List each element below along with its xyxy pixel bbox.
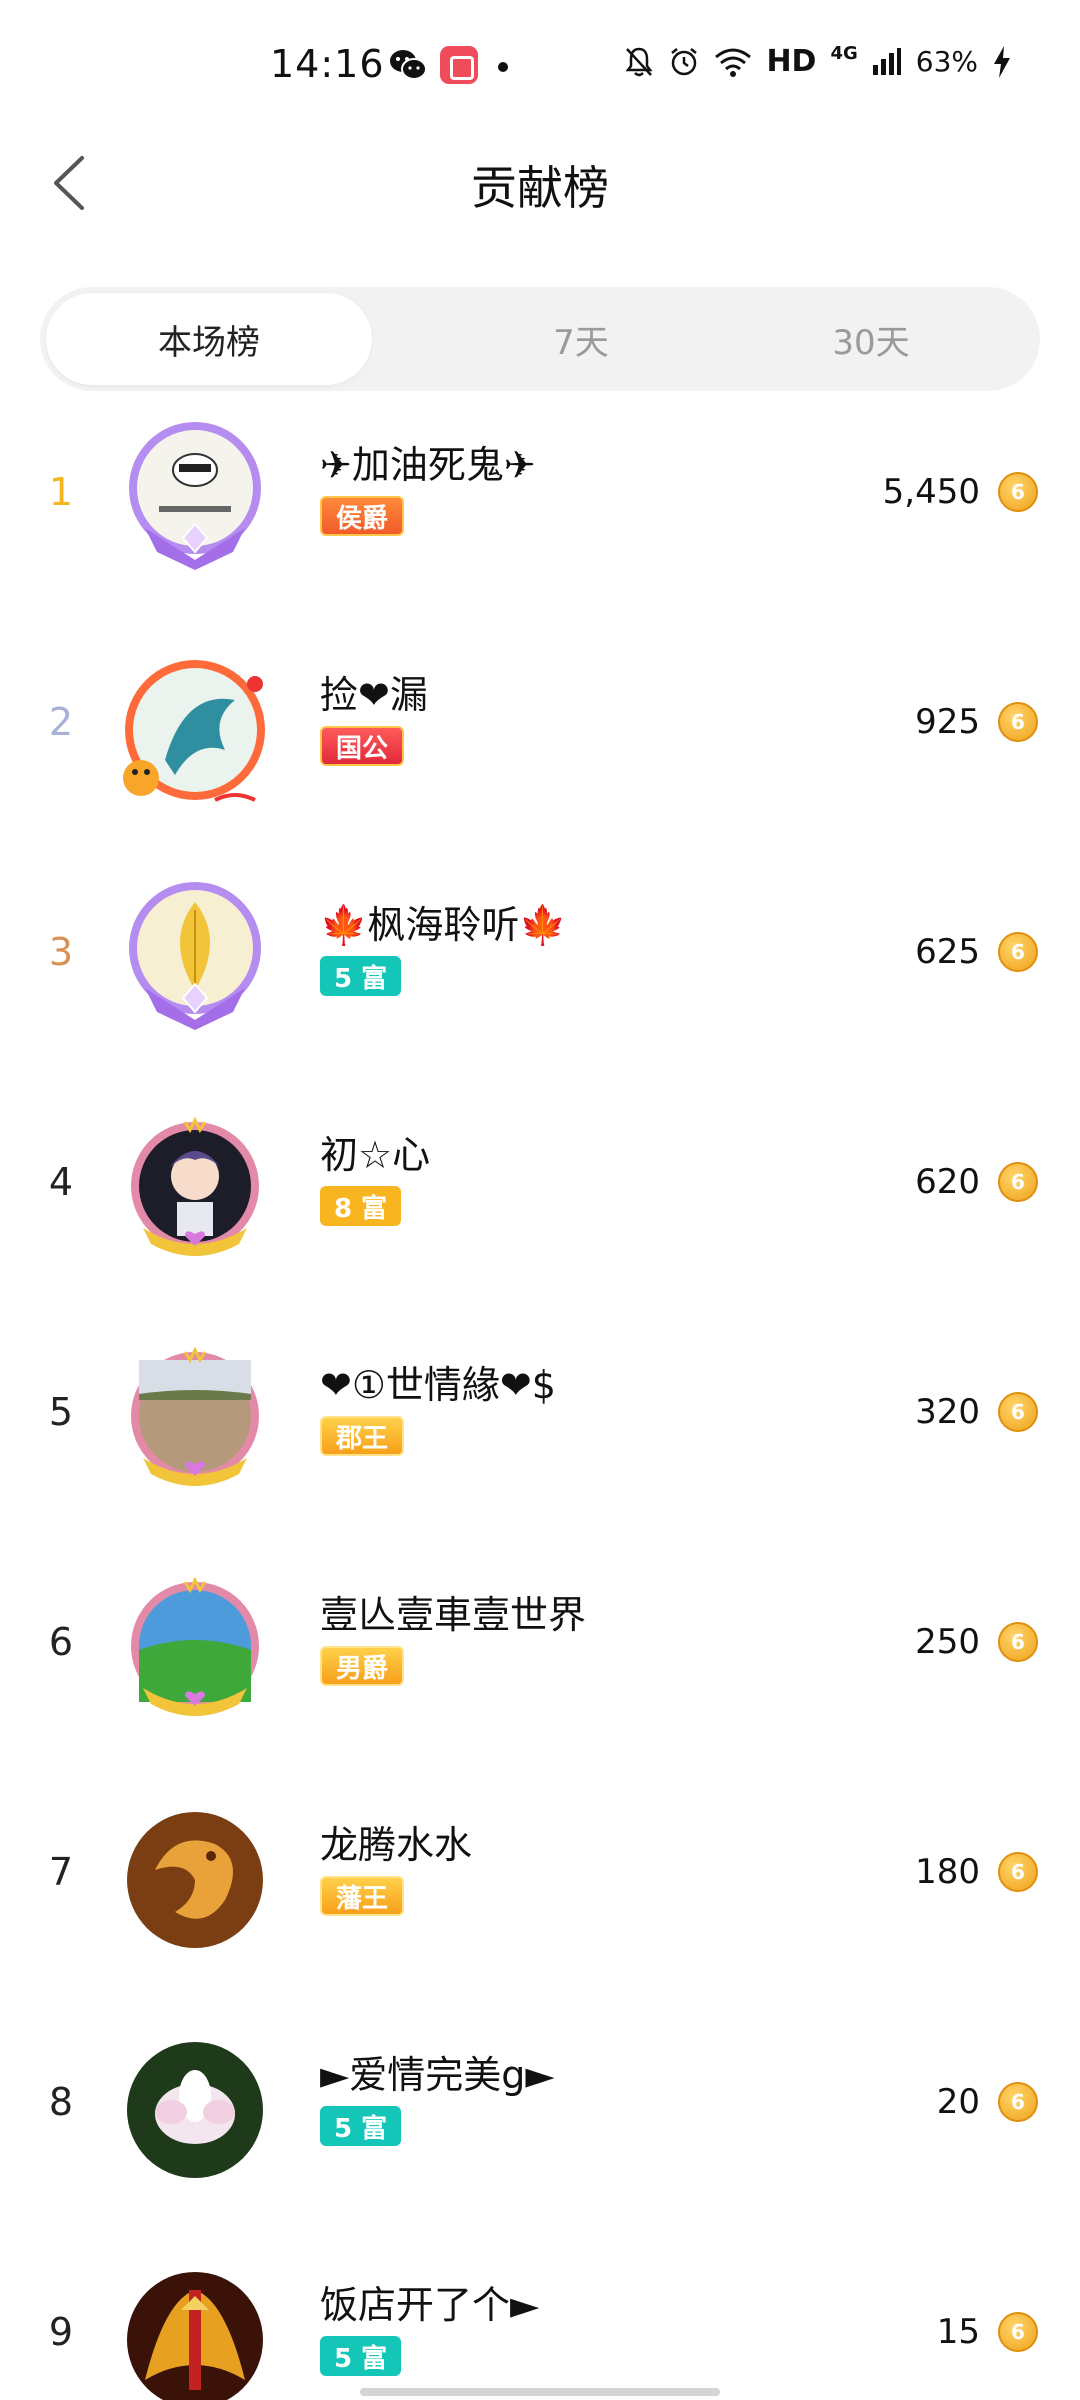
avatar-frame-icon: [127, 2042, 263, 2178]
contribution-score: 625: [915, 932, 980, 972]
coin-icon: 6: [998, 2312, 1038, 2352]
avatar-frame-icon: [131, 1346, 259, 1486]
contribution-score: 320: [915, 1392, 980, 1432]
contribution-score: 180: [915, 1852, 980, 1892]
rank-number: 7: [48, 1850, 74, 1894]
app-notification-icon: [440, 46, 478, 84]
avatar-frame-icon: [129, 882, 261, 1030]
user-name: ►爱情完美g►: [320, 2053, 555, 2097]
signal-icon: [872, 47, 901, 75]
rank-number: 2: [48, 700, 74, 744]
tab-7-days[interactable]: 7天: [418, 293, 744, 385]
avatar[interactable]: [115, 880, 275, 1040]
list-item[interactable]: 3 🍁枫海聆听🍁 5 富 625 6: [0, 860, 1080, 1090]
user-name: 🍁枫海聆听🍁: [320, 903, 567, 947]
rank-title-badge: 郡王: [320, 1416, 405, 1456]
status-bar: 14:16 HD 4G 63%: [0, 0, 1080, 140]
rank-title-badge: 藩王: [320, 1876, 405, 1916]
coin-icon: 6: [998, 2082, 1038, 2122]
alarm-icon: [671, 47, 698, 75]
contribution-score: 620: [915, 1162, 980, 1202]
coin-icon: 6: [998, 702, 1038, 742]
tab-this-session[interactable]: 本场榜: [46, 293, 372, 385]
list-item[interactable]: 2 捡❤漏 国公 925 6: [0, 630, 1080, 860]
rank-number: 6: [48, 1620, 74, 1664]
rank-number: 8: [48, 2080, 74, 2124]
tab-30-days[interactable]: 30天: [708, 293, 1034, 385]
coin-icon: 6: [998, 1392, 1038, 1432]
avatar[interactable]: [115, 2260, 275, 2400]
list-item[interactable]: 8 ►爱情完美g► 5 富 20 6: [0, 2010, 1080, 2240]
rank-title-badge: 侯爵: [320, 496, 405, 536]
avatar[interactable]: [115, 420, 275, 580]
user-name: ✈加油死鬼✈: [320, 443, 536, 487]
rank-number: 9: [48, 2310, 74, 2354]
list-item[interactable]: 1 ✈加油死鬼✈ 侯爵 5,450 6: [0, 400, 1080, 630]
ranking-list: 1 ✈加油死鬼✈ 侯爵 5,450 6 2 捡❤漏 国公 925 6 3 🍁枫海…: [0, 400, 1080, 2400]
rank-number: 1: [48, 470, 74, 514]
network-type: 4G: [830, 43, 858, 64]
status-right: HD 4G 63%: [624, 43, 1012, 79]
coin-icon: 6: [998, 1622, 1038, 1662]
avatar-frame-icon: [127, 2272, 263, 2400]
list-item[interactable]: 6 壹亾壹車壹世界 男爵 250 6: [0, 1550, 1080, 1780]
more-notifications-dot: [498, 62, 508, 72]
user-name: 初☆心: [320, 1133, 431, 1177]
mute-bell-icon: [625, 47, 653, 76]
page-title: 贡献榜: [471, 161, 609, 215]
wealth-level-badge: 5 富: [320, 956, 402, 996]
hd-indicator: HD: [766, 44, 817, 79]
contribution-score: 15: [936, 2312, 980, 2352]
rank-number: 3: [48, 930, 74, 974]
contribution-score: 250: [915, 1622, 980, 1662]
rank-title-badge: 男爵: [320, 1646, 405, 1686]
avatar[interactable]: [115, 1570, 275, 1730]
coin-icon: 6: [998, 472, 1038, 512]
avatar[interactable]: [115, 1340, 275, 1500]
avatar[interactable]: [115, 1110, 275, 1270]
wealth-level-badge: 5 富: [320, 2336, 402, 2376]
status-time: 14:16: [270, 42, 385, 86]
avatar-frame-icon: [129, 422, 261, 570]
user-name: 饭店开了个►: [320, 2283, 540, 2327]
list-item[interactable]: 5 ❤①世情緣❤$ 郡王 320 6: [0, 1320, 1080, 1550]
user-name: 龙腾水水: [320, 1823, 473, 1867]
avatar-frame-icon: [131, 1576, 259, 1716]
avatar-frame-icon: [123, 660, 265, 802]
avatar[interactable]: [115, 1800, 275, 1960]
rank-title-badge: 国公: [320, 726, 405, 766]
contribution-score: 925: [915, 702, 980, 742]
list-item[interactable]: 4 初☆心 8 富 620 6: [0, 1090, 1080, 1320]
period-tabs: 本场榜 7天 30天: [40, 287, 1040, 391]
user-name: 壹亾壹車壹世界: [320, 1593, 587, 1637]
coin-icon: 6: [998, 932, 1038, 972]
avatar[interactable]: [115, 650, 275, 810]
rank-number: 5: [48, 1390, 74, 1434]
coin-icon: 6: [998, 1162, 1038, 1202]
wealth-level-badge: 5 富: [320, 2106, 402, 2146]
wealth-level-badge: 8 富: [320, 1186, 402, 1226]
battery-level: 63%: [915, 45, 978, 78]
home-indicator[interactable]: [360, 2388, 720, 2396]
avatar-frame-icon: [127, 1812, 263, 1948]
contribution-score: 20: [936, 2082, 980, 2122]
charging-icon: [994, 45, 1010, 78]
user-name: 捡❤漏: [320, 673, 428, 717]
list-item[interactable]: 7 龙腾水水 藩王 180 6: [0, 1780, 1080, 2010]
wechat-icon: [390, 50, 427, 80]
rank-number: 4: [48, 1160, 74, 1204]
contribution-score: 5,450: [882, 472, 980, 512]
avatar[interactable]: [115, 2030, 275, 2190]
list-item[interactable]: 9 饭店开了个► 5 富 15 6: [0, 2240, 1080, 2400]
user-name: ❤①世情緣❤$: [320, 1363, 556, 1407]
coin-icon: 6: [998, 1852, 1038, 1892]
avatar-frame-icon: [131, 1116, 259, 1256]
wifi-icon: [715, 48, 752, 77]
